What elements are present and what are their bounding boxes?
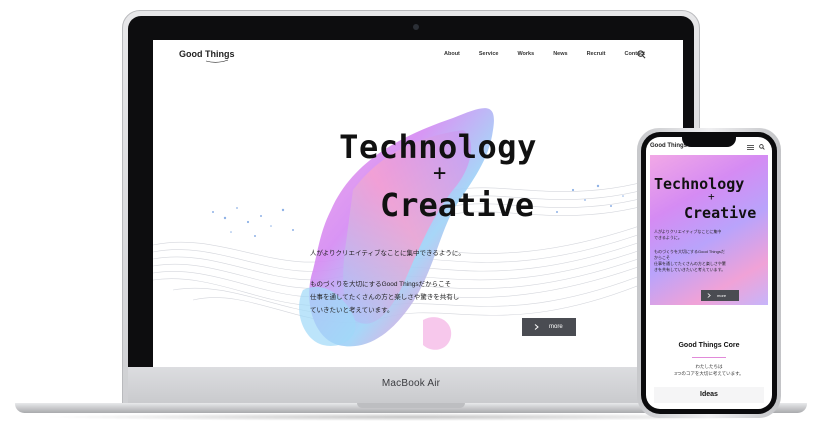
core-heading-divider (692, 357, 726, 358)
chevron-right-icon (534, 324, 539, 330)
phone-hero-title-line1: Technology (654, 175, 745, 193)
hero-body: ものづくりを大切にするGood Thingsだからこそ 仕事を通してたくさんの方… (310, 278, 510, 317)
more-button-label: more (549, 324, 563, 330)
hero-body-line: ていきたいと考えています。 (310, 307, 394, 314)
phone-notch (682, 135, 736, 147)
phone-screen: Good Things Technology + Creative 人がよりクリ… (646, 137, 772, 409)
search-icon[interactable] (637, 50, 646, 59)
phone-site-logo[interactable]: Good Things (650, 143, 687, 149)
hero-title-line2: Creative (380, 186, 535, 224)
phone-hero-title-line2: Creative (684, 204, 757, 222)
hero-body-line: ものづくりを大切にするGood Thingsだからこそ (310, 281, 452, 288)
phone-more-button[interactable]: more (701, 290, 739, 301)
nav-news[interactable]: News (553, 51, 567, 57)
phone-more-label: more (717, 293, 727, 298)
core-text-line: わたしたちは (695, 364, 723, 369)
search-icon[interactable] (759, 144, 765, 150)
hero-body-line: 仕事を通してたくさんの方と楽しさや驚きを共有し (310, 294, 460, 301)
phone-body-line: きを共有していきたいと考えています。 (654, 267, 726, 272)
core-text-line: 3つのコアを大切に考えています。 (674, 371, 744, 376)
nav-recruit[interactable]: Recruit (587, 51, 606, 57)
laptop-camera (413, 24, 419, 30)
chevron-right-icon (707, 293, 711, 298)
phone-hero-plus: + (708, 190, 715, 203)
laptop-screen: Good Things About Service Works News Rec… (153, 40, 683, 367)
nav-works[interactable]: Works (517, 51, 534, 57)
site-nav: About Service Works News Recruit Contact (425, 51, 645, 57)
phone-hero-tagline: 人がよりクリエイティブなことに集中 できるように。 (654, 229, 764, 241)
device-label: MacBook Air (381, 378, 441, 389)
hero-title-line1: Technology (339, 128, 537, 166)
logo-underline-swoosh (205, 59, 229, 63)
hero-plus: + (433, 161, 447, 186)
laptop-opening-notch (357, 403, 465, 408)
more-button[interactable]: more (522, 318, 576, 336)
phone-tagline-line: できるように。 (654, 235, 682, 240)
hamburger-menu-icon[interactable] (747, 145, 754, 150)
core-description: わたしたちは 3つのコアを大切に考えています。 (646, 363, 772, 377)
nav-service[interactable]: Service (479, 51, 499, 57)
site-logo[interactable]: Good Things (179, 49, 235, 59)
core-heading: Good Things Core (678, 342, 740, 349)
ideas-card[interactable]: Ideas (654, 387, 764, 403)
phone-hero-body: ものづくりを大切にするGood Thingsだ からこそ 仕事を通してたくさんの… (654, 249, 764, 273)
nav-about[interactable]: About (444, 51, 460, 57)
hero-tagline: 人がよりクリエイティブなことに集中できるように。 (310, 250, 465, 257)
